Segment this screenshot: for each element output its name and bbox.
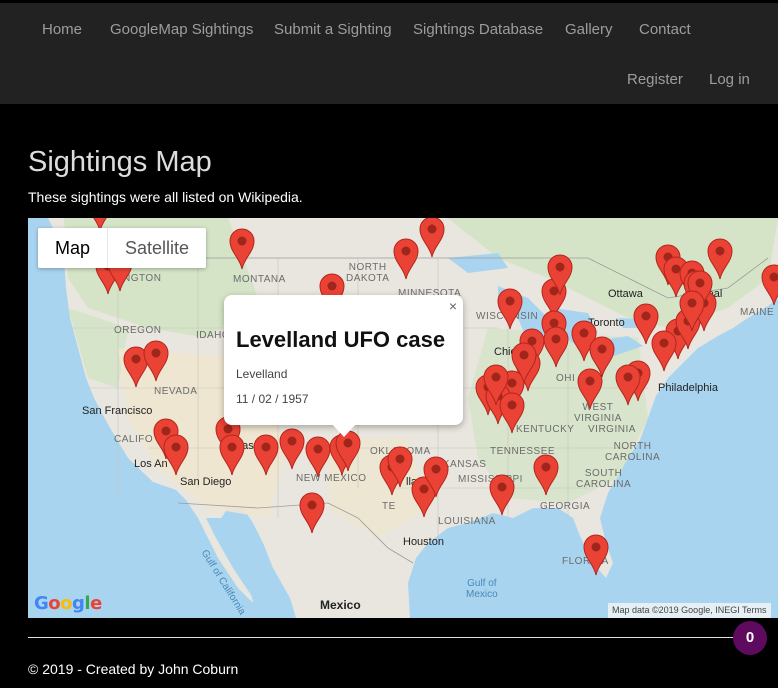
label-north-carolina: NORTH CAROLINA xyxy=(605,441,661,463)
label-south-carolina: SOUTH CAROLINA xyxy=(576,468,632,490)
map-marker-icon[interactable] xyxy=(219,434,245,476)
google-logo: Google xyxy=(34,593,102,614)
map-type-map-button[interactable]: Map xyxy=(38,228,107,268)
map-marker-icon[interactable] xyxy=(615,364,641,406)
info-window-place: Levelland xyxy=(236,367,288,381)
map-attribution[interactable]: Map data ©2019 Google, INEGI Terms xyxy=(608,603,771,618)
notification-badge[interactable]: 0 xyxy=(733,621,767,655)
label-mexico: Mexico xyxy=(320,598,361,612)
label-texas: TE xyxy=(382,501,396,512)
label-california: CALIFO xyxy=(114,434,154,445)
map-marker-icon[interactable] xyxy=(253,434,279,476)
label-gulf-of-mexico: Gulf of Mexico xyxy=(466,578,498,600)
map-marker-icon[interactable] xyxy=(511,342,537,384)
nav-sightings-database[interactable]: Sightings Database xyxy=(413,21,543,38)
nav-contact[interactable]: Contact xyxy=(639,21,691,38)
map-marker-icon[interactable] xyxy=(305,436,331,478)
map-marker-icon[interactable] xyxy=(299,492,325,534)
map-marker-icon[interactable] xyxy=(279,428,305,470)
map-marker-icon[interactable] xyxy=(393,238,419,280)
map-marker-icon[interactable] xyxy=(163,434,189,476)
map-marker-icon[interactable] xyxy=(489,474,515,516)
nav-home[interactable]: Home xyxy=(42,21,82,38)
nav-submit-sighting[interactable]: Submit a Sighting xyxy=(274,21,392,38)
map-marker-icon[interactable] xyxy=(533,454,559,496)
page-title: Sightings Map xyxy=(28,146,212,178)
map-type-satellite-button[interactable]: Satellite xyxy=(107,228,206,268)
map-marker-icon[interactable] xyxy=(143,340,169,382)
footer-copyright: © 2019 - Created by John Coburn xyxy=(28,661,239,677)
map-type-control: Map Satellite xyxy=(38,228,207,268)
label-philadelphia: Philadelphia xyxy=(658,382,718,394)
label-san-francisco: San Francisco xyxy=(82,405,153,417)
label-nevada: NEVADA xyxy=(154,386,198,397)
label-ohio: OHI xyxy=(556,373,576,384)
nav-googlemap-sightings[interactable]: GoogleMap Sightings xyxy=(110,21,253,38)
nav-gallery[interactable]: Gallery xyxy=(565,21,613,38)
nav-login[interactable]: Log in xyxy=(709,71,750,88)
label-oregon: OREGON xyxy=(114,325,162,336)
map-marker-icon[interactable] xyxy=(679,290,705,332)
map-marker-icon[interactable] xyxy=(387,446,413,488)
close-icon[interactable]: × xyxy=(449,298,457,314)
map-marker-icon[interactable] xyxy=(761,264,778,306)
nav-register[interactable]: Register xyxy=(627,71,683,88)
label-north-dakota: NORTH DAKOTA xyxy=(346,262,390,284)
info-window: × Levelland UFO case Levelland 11 / 02 /… xyxy=(224,295,463,437)
info-window-title: Levelland UFO case xyxy=(236,327,446,352)
map-marker-icon[interactable] xyxy=(499,392,525,434)
label-louisiana: LOUISIANA xyxy=(438,516,496,527)
label-georgia: GEORGIA xyxy=(540,501,591,512)
label-virginia: VIRGINIA xyxy=(588,424,636,435)
footer-divider xyxy=(28,637,746,638)
label-ottawa: Ottawa xyxy=(608,288,643,300)
map-marker-icon[interactable] xyxy=(583,534,609,576)
map-marker-icon[interactable] xyxy=(589,336,615,378)
page-subtitle: These sightings were all listed on Wikip… xyxy=(28,189,303,205)
map-marker-icon[interactable] xyxy=(543,326,569,368)
label-montana: MONTANA xyxy=(233,274,286,285)
sightings-map[interactable]: MONTANA NORTH DAKOTA MINNESOTA OREGON ID… xyxy=(28,218,778,618)
navbar: Home GoogleMap Sightings Submit a Sighti… xyxy=(0,3,778,104)
map-marker-icon[interactable] xyxy=(419,218,445,258)
map-marker-icon[interactable] xyxy=(229,228,255,270)
map-marker-icon[interactable] xyxy=(547,254,573,296)
label-san-diego: San Diego xyxy=(180,476,232,488)
map-marker-icon[interactable] xyxy=(497,288,523,330)
label-houston: Houston xyxy=(403,536,444,548)
label-maine: MAINE xyxy=(740,307,775,318)
map-marker-icon[interactable] xyxy=(423,456,449,498)
info-window-date: 11 / 02 / 1957 xyxy=(236,392,309,406)
map-marker-icon[interactable] xyxy=(633,303,659,345)
